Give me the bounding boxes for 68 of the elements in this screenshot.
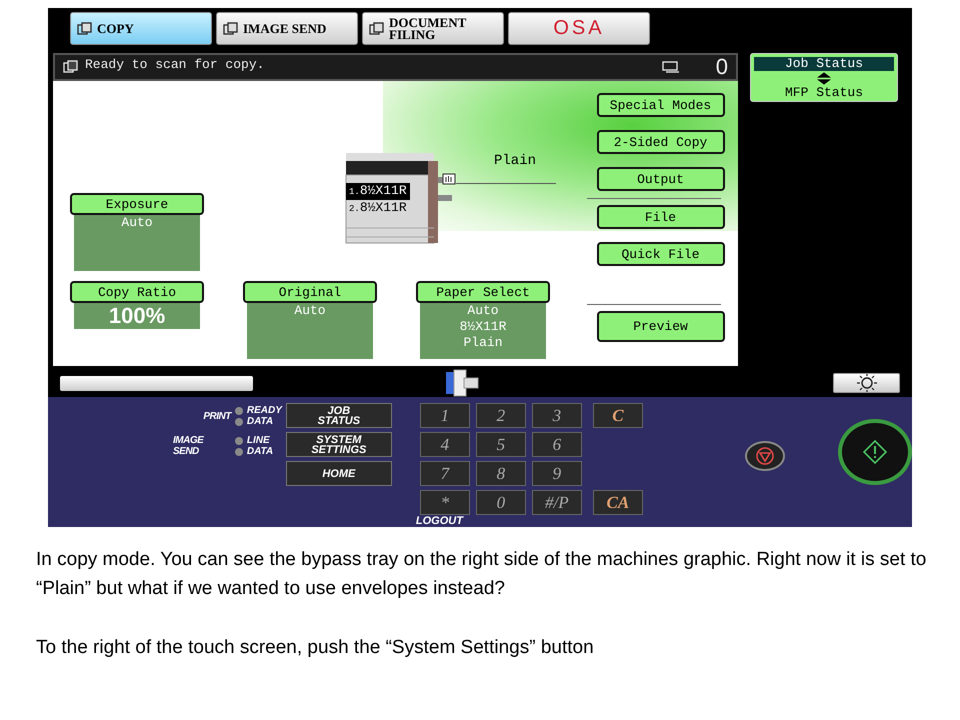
- paper-tray-label[interactable]: 1.8½X11R: [346, 183, 410, 200]
- status-message: Ready to scan for copy.: [85, 56, 266, 72]
- setting-value: 8½X11R: [460, 319, 506, 335]
- indicator-label: DATA: [246, 416, 274, 427]
- stop-button[interactable]: [744, 441, 786, 471]
- paper-stack-icon: [662, 61, 680, 73]
- setting-value: 100%: [108, 303, 166, 329]
- setting-value: Plain: [463, 335, 502, 351]
- setting-value: Auto: [121, 215, 153, 231]
- function-button[interactable]: 2-Sided Copy: [596, 130, 724, 154]
- function-button[interactable]: File: [596, 205, 724, 229]
- indicator-led: [234, 406, 243, 414]
- keypad-key[interactable]: *: [420, 490, 470, 515]
- setting-button[interactable]: Original: [243, 281, 377, 303]
- function-key[interactable]: HOME: [286, 461, 392, 486]
- paper-tray-label[interactable]: 2.8½X11R: [346, 200, 410, 217]
- keypad-key[interactable]: 7: [420, 461, 470, 486]
- indicator-led: [234, 448, 243, 456]
- keypad-key[interactable]: 1: [420, 403, 470, 428]
- keypad-key[interactable]: 0: [476, 490, 526, 515]
- indicator-led: [234, 418, 243, 426]
- indicator-label: DATA: [246, 446, 274, 457]
- function-button[interactable]: Quick File: [596, 242, 724, 266]
- setting-button[interactable]: Copy Ratio: [70, 281, 204, 303]
- job-status-button[interactable]: Job Status MFP Status: [750, 53, 898, 102]
- clear-key[interactable]: CA: [592, 490, 643, 515]
- keypad-key[interactable]: 9: [532, 461, 582, 486]
- caption-paragraph: To the right of the touch screen, push the “System Settings” button: [36, 636, 595, 660]
- keypad-key[interactable]: 2: [476, 403, 526, 428]
- up-down-arrow-icon: [817, 72, 831, 85]
- keypad-key[interactable]: 6: [532, 432, 582, 457]
- copy-mode-icon: [223, 22, 239, 36]
- indicator-group-label: IMAGE SEND: [173, 435, 205, 457]
- copy-mode-icon: [369, 22, 385, 36]
- keypad-key[interactable]: 4: [420, 432, 470, 457]
- keypad-key[interactable]: #/P: [532, 490, 582, 515]
- stop-icon: [755, 446, 776, 466]
- setting-button[interactable]: Paper Select: [416, 281, 550, 303]
- sun-icon: [854, 374, 878, 392]
- copy-count: 0: [716, 54, 728, 80]
- function-button[interactable]: Special Modes: [596, 93, 724, 117]
- function-key[interactable]: SYSTEM SETTINGS: [286, 432, 392, 457]
- mode-tab[interactable]: IMAGE SEND: [216, 12, 358, 45]
- brightness-button[interactable]: [833, 373, 900, 393]
- mode-tab[interactable]: DOCUMENT FILING: [362, 12, 504, 45]
- indicator-group-label: PRINT: [203, 410, 231, 422]
- logout-label: LOGOUT: [416, 515, 465, 527]
- osa-tab[interactable]: OSA: [508, 12, 650, 45]
- start-icon: [863, 440, 888, 464]
- function-button[interactable]: Output: [596, 167, 724, 191]
- setting-value: Auto: [294, 303, 326, 319]
- caption-paragraph: In copy mode. You can see the bypass tray on the right side of the machines graphic. Right now it is set to “Plain” but what if we wanted to use envelopes instead?: [36, 548, 928, 601]
- function-button[interactable]: Preview: [596, 311, 724, 342]
- copy-mode-icon: [63, 60, 79, 74]
- setting-value: Auto: [467, 303, 499, 319]
- setting-button[interactable]: Exposure: [70, 193, 204, 215]
- bypass-tray-label: Plain: [494, 153, 538, 169]
- mode-tab[interactable]: COPY: [70, 12, 212, 45]
- keypad-key[interactable]: 8: [476, 461, 526, 486]
- indicator-label: LINE: [246, 435, 271, 446]
- keypad-key[interactable]: 5: [476, 432, 526, 457]
- keypad-key[interactable]: 3: [532, 403, 582, 428]
- bypass-tray-icon: [442, 173, 456, 185]
- indicator-led: [234, 436, 243, 444]
- function-key[interactable]: JOB STATUS: [286, 403, 392, 428]
- indicator-label: READY: [246, 405, 283, 416]
- clear-key[interactable]: C: [592, 403, 643, 428]
- copy-mode-icon: [77, 22, 93, 36]
